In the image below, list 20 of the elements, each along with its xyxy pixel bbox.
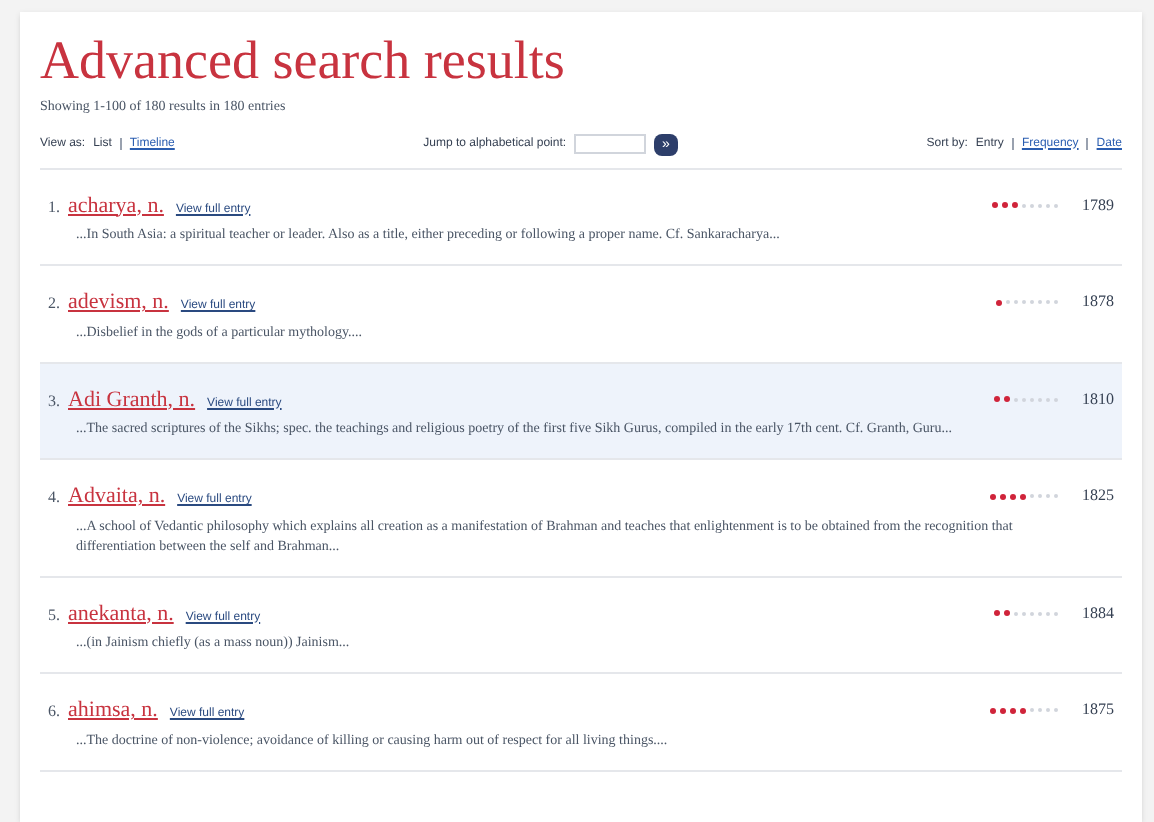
jump-field[interactable] [574,134,647,154]
entry-date: 1810 [1080,387,1114,412]
headword-link[interactable]: anekanta, n. [68,597,174,630]
entry-date: 1884 [1080,601,1114,626]
result-number: 1. [48,195,60,219]
headword-link[interactable]: Advaita, n. [68,480,166,513]
result-number: 5. [48,603,60,627]
page-title: Advanced search results [40,28,567,92]
headword-link[interactable]: ahimsa, n. [68,694,158,727]
result-number: 3. [48,389,60,413]
entry-date: 1789 [1080,193,1114,218]
headword-link[interactable]: Adi Granth, n. [68,383,196,416]
headword-link[interactable]: acharya, n. [68,189,164,222]
result-number: 2. [48,292,60,316]
entry-date: 1875 [1080,698,1114,723]
entry-date: 1825 [1080,484,1114,509]
result-number: 6. [48,700,60,724]
result-number: 4. [48,486,60,510]
headword-link[interactable]: adevism, n. [68,286,169,319]
entry-date: 1878 [1080,290,1114,315]
